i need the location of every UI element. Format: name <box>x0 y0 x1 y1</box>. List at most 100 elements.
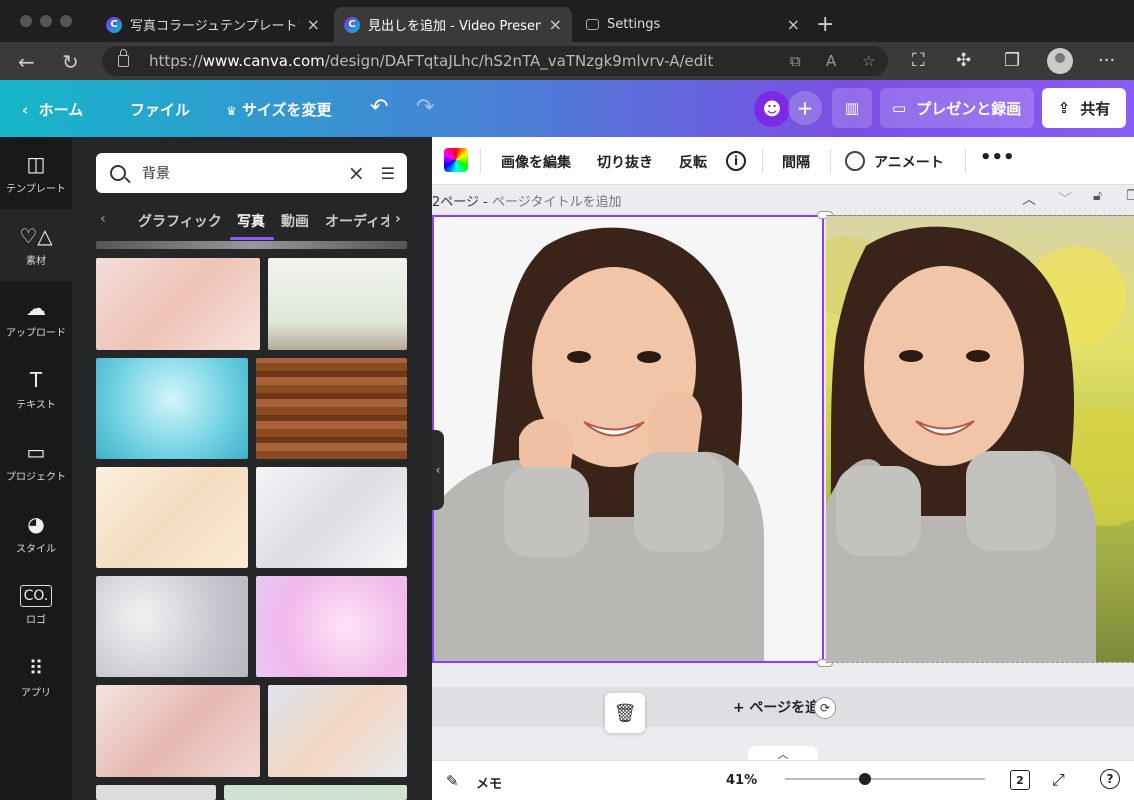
favorite-star-icon[interactable]: ☆ <box>862 52 875 70</box>
window-zoom-dot[interactable] <box>60 15 72 27</box>
clear-search-icon[interactable]: × <box>348 161 365 185</box>
info-icon[interactable]: i <box>726 151 746 171</box>
sidebar-item-uploads[interactable]: ☁ アップロード <box>0 281 72 353</box>
window-close-dot[interactable] <box>20 15 32 27</box>
portrait-photo[interactable] <box>434 217 824 663</box>
page-frame-2[interactable] <box>826 215 1134 663</box>
photo-thumbnail[interactable] <box>96 785 216 800</box>
screenshot-icon[interactable]: ⛶ <box>912 50 925 71</box>
photo-thumbnail[interactable] <box>224 785 407 800</box>
zoom-level[interactable]: 41% <box>726 773 757 788</box>
smile-icon: ☻ <box>762 98 782 120</box>
sidebar-item-projects[interactable]: ▭ プロジェクト <box>0 425 72 497</box>
sidebar-item-text[interactable]: T テキスト <box>0 353 72 425</box>
rotate-icon[interactable]: ⟳ <box>814 697 836 719</box>
notes-button[interactable]: メモ <box>476 773 502 792</box>
fullscreen-icon[interactable]: ⤢ <box>1052 770 1065 790</box>
browser-tab-video-presentation[interactable]: C 見出しを追加 - Video Presentation × <box>334 7 572 42</box>
color-picker-icon[interactable] <box>444 148 468 172</box>
browser-tab-settings[interactable]: Settings × <box>576 7 810 42</box>
back-icon[interactable]: ← <box>18 50 35 74</box>
chevron-right-icon[interactable]: › <box>395 211 401 227</box>
photo-thumbnail[interactable] <box>96 258 260 350</box>
invite-plus-icon[interactable]: + <box>788 91 822 125</box>
browser-tab-collage[interactable]: C 写真コラージュテンプレートでおしゃ × <box>96 7 330 42</box>
notes-pen-icon: ✎ <box>446 772 459 790</box>
photo-thumbnail[interactable] <box>256 467 407 568</box>
tab-title: Settings <box>607 17 661 32</box>
reload-icon[interactable]: ↻ <box>62 50 79 74</box>
photo-thumbnail[interactable] <box>96 241 407 249</box>
present-record-button[interactable]: ▭ プレゼンと録画 <box>880 88 1034 128</box>
edit-image-button[interactable]: 画像を編集 <box>501 152 571 172</box>
resize-button[interactable]: ♛ サイズを変更 <box>226 99 332 120</box>
file-menu-button[interactable]: ファイル <box>130 99 190 120</box>
animate-button[interactable]: アニメート <box>874 152 944 172</box>
sidebar-item-templates[interactable]: ◫ テンプレート <box>0 137 72 209</box>
close-icon[interactable]: × <box>549 15 562 34</box>
logo-icon: CO. <box>19 584 53 607</box>
zoom-slider[interactable] <box>785 778 985 780</box>
window-minimize-dot[interactable] <box>40 15 52 27</box>
photo-thumbnail[interactable] <box>96 467 248 568</box>
page-number-label: 2ページ - <box>432 195 492 210</box>
photo-thumbnail[interactable] <box>256 358 407 459</box>
sidebar-item-label: テンプレート <box>6 183 66 195</box>
filter-sliders-icon[interactable]: ☰ <box>381 164 395 183</box>
photo-thumbnail[interactable] <box>96 576 248 677</box>
spacing-button[interactable]: 間隔 <box>782 152 810 172</box>
insights-chart-icon[interactable]: ▥ <box>832 88 872 128</box>
photo-thumbnail[interactable] <box>268 258 407 350</box>
more-menu-icon[interactable]: ··· <box>1098 50 1115 71</box>
close-icon[interactable]: × <box>787 15 800 34</box>
image-toolbar: 画像を編集 切り抜き 反転 間隔 アニメート ••• <box>432 137 1134 185</box>
crop-button[interactable]: 切り抜き <box>597 152 653 172</box>
photo-thumbnail[interactable] <box>96 358 248 459</box>
share-button[interactable]: ⇪ 共有 <box>1042 88 1126 128</box>
open-in-app-icon[interactable]: ⧉ <box>790 52 801 70</box>
profile-avatar[interactable] <box>1047 48 1073 74</box>
search-icon <box>110 165 126 181</box>
tab-graphics[interactable]: グラフィック <box>138 211 222 231</box>
photo-thumbnail[interactable] <box>96 685 260 777</box>
sidebar-item-elements[interactable]: ♡△ 素材 <box>0 209 72 281</box>
more-options-icon[interactable]: ••• <box>980 147 1015 168</box>
trash-icon[interactable]: 🗑︎ <box>605 693 645 733</box>
duplicate-page-icon[interactable]: ❐ <box>1126 188 1134 204</box>
page-label[interactable]: 2ページ - ページタイトルを追加 <box>432 191 621 210</box>
photo-thumbnail[interactable] <box>268 685 407 777</box>
read-aloud-icon[interactable]: A <box>826 52 836 70</box>
collections-icon[interactable]: ❐ <box>1004 50 1020 71</box>
sidebar-item-styles[interactable]: ◕ スタイル <box>0 497 72 569</box>
new-tab-icon[interactable]: + <box>816 12 834 37</box>
share-label: 共有 <box>1080 99 1111 118</box>
add-page-button[interactable]: + ページを追加 <box>432 687 1134 727</box>
home-label: ホーム <box>38 101 84 119</box>
home-button[interactable]: ‹ ホーム <box>22 99 83 120</box>
sidebar-item-apps[interactable]: ⠿ アプリ <box>0 641 72 713</box>
collapse-panel-handle[interactable]: ‹ <box>432 430 444 510</box>
search-input[interactable]: 背景 × ☰ <box>96 153 407 193</box>
collaborator-avatar[interactable]: ☻ <box>754 91 790 127</box>
page-count-badge[interactable]: 2 <box>1010 770 1030 790</box>
resize-label: サイズを変更 <box>242 101 332 119</box>
photo-thumbnail[interactable] <box>256 576 407 677</box>
portrait-photo-background[interactable] <box>826 216 1134 663</box>
redo-icon[interactable]: ↷ <box>416 95 434 120</box>
zoom-slider-handle[interactable] <box>858 773 871 785</box>
tab-audio[interactable]: オーディオ <box>325 211 389 231</box>
url-field[interactable]: https://www.canva.com/design/DAFTqtaJLhc… <box>102 46 888 76</box>
chevron-down-icon[interactable]: ﹀ <box>1058 189 1072 209</box>
sidebar-item-logos[interactable]: CO. ロゴ <box>0 569 72 641</box>
page-frame-1[interactable] <box>432 215 824 663</box>
undo-icon[interactable]: ↶ <box>370 95 388 120</box>
close-icon[interactable]: × <box>307 15 320 34</box>
chevron-up-icon[interactable]: ︿ <box>1022 189 1036 209</box>
extensions-icon[interactable]: ✣ <box>956 50 971 71</box>
lock-page-icon[interactable]: 🔓︎ <box>1093 188 1102 204</box>
flip-button[interactable]: 反転 <box>679 152 707 172</box>
tab-videos[interactable]: 動画 <box>281 211 309 231</box>
help-icon[interactable]: ? <box>1100 769 1120 789</box>
tab-photos[interactable]: 写真 <box>237 211 265 231</box>
chevron-left-icon[interactable]: ‹ <box>100 211 106 227</box>
